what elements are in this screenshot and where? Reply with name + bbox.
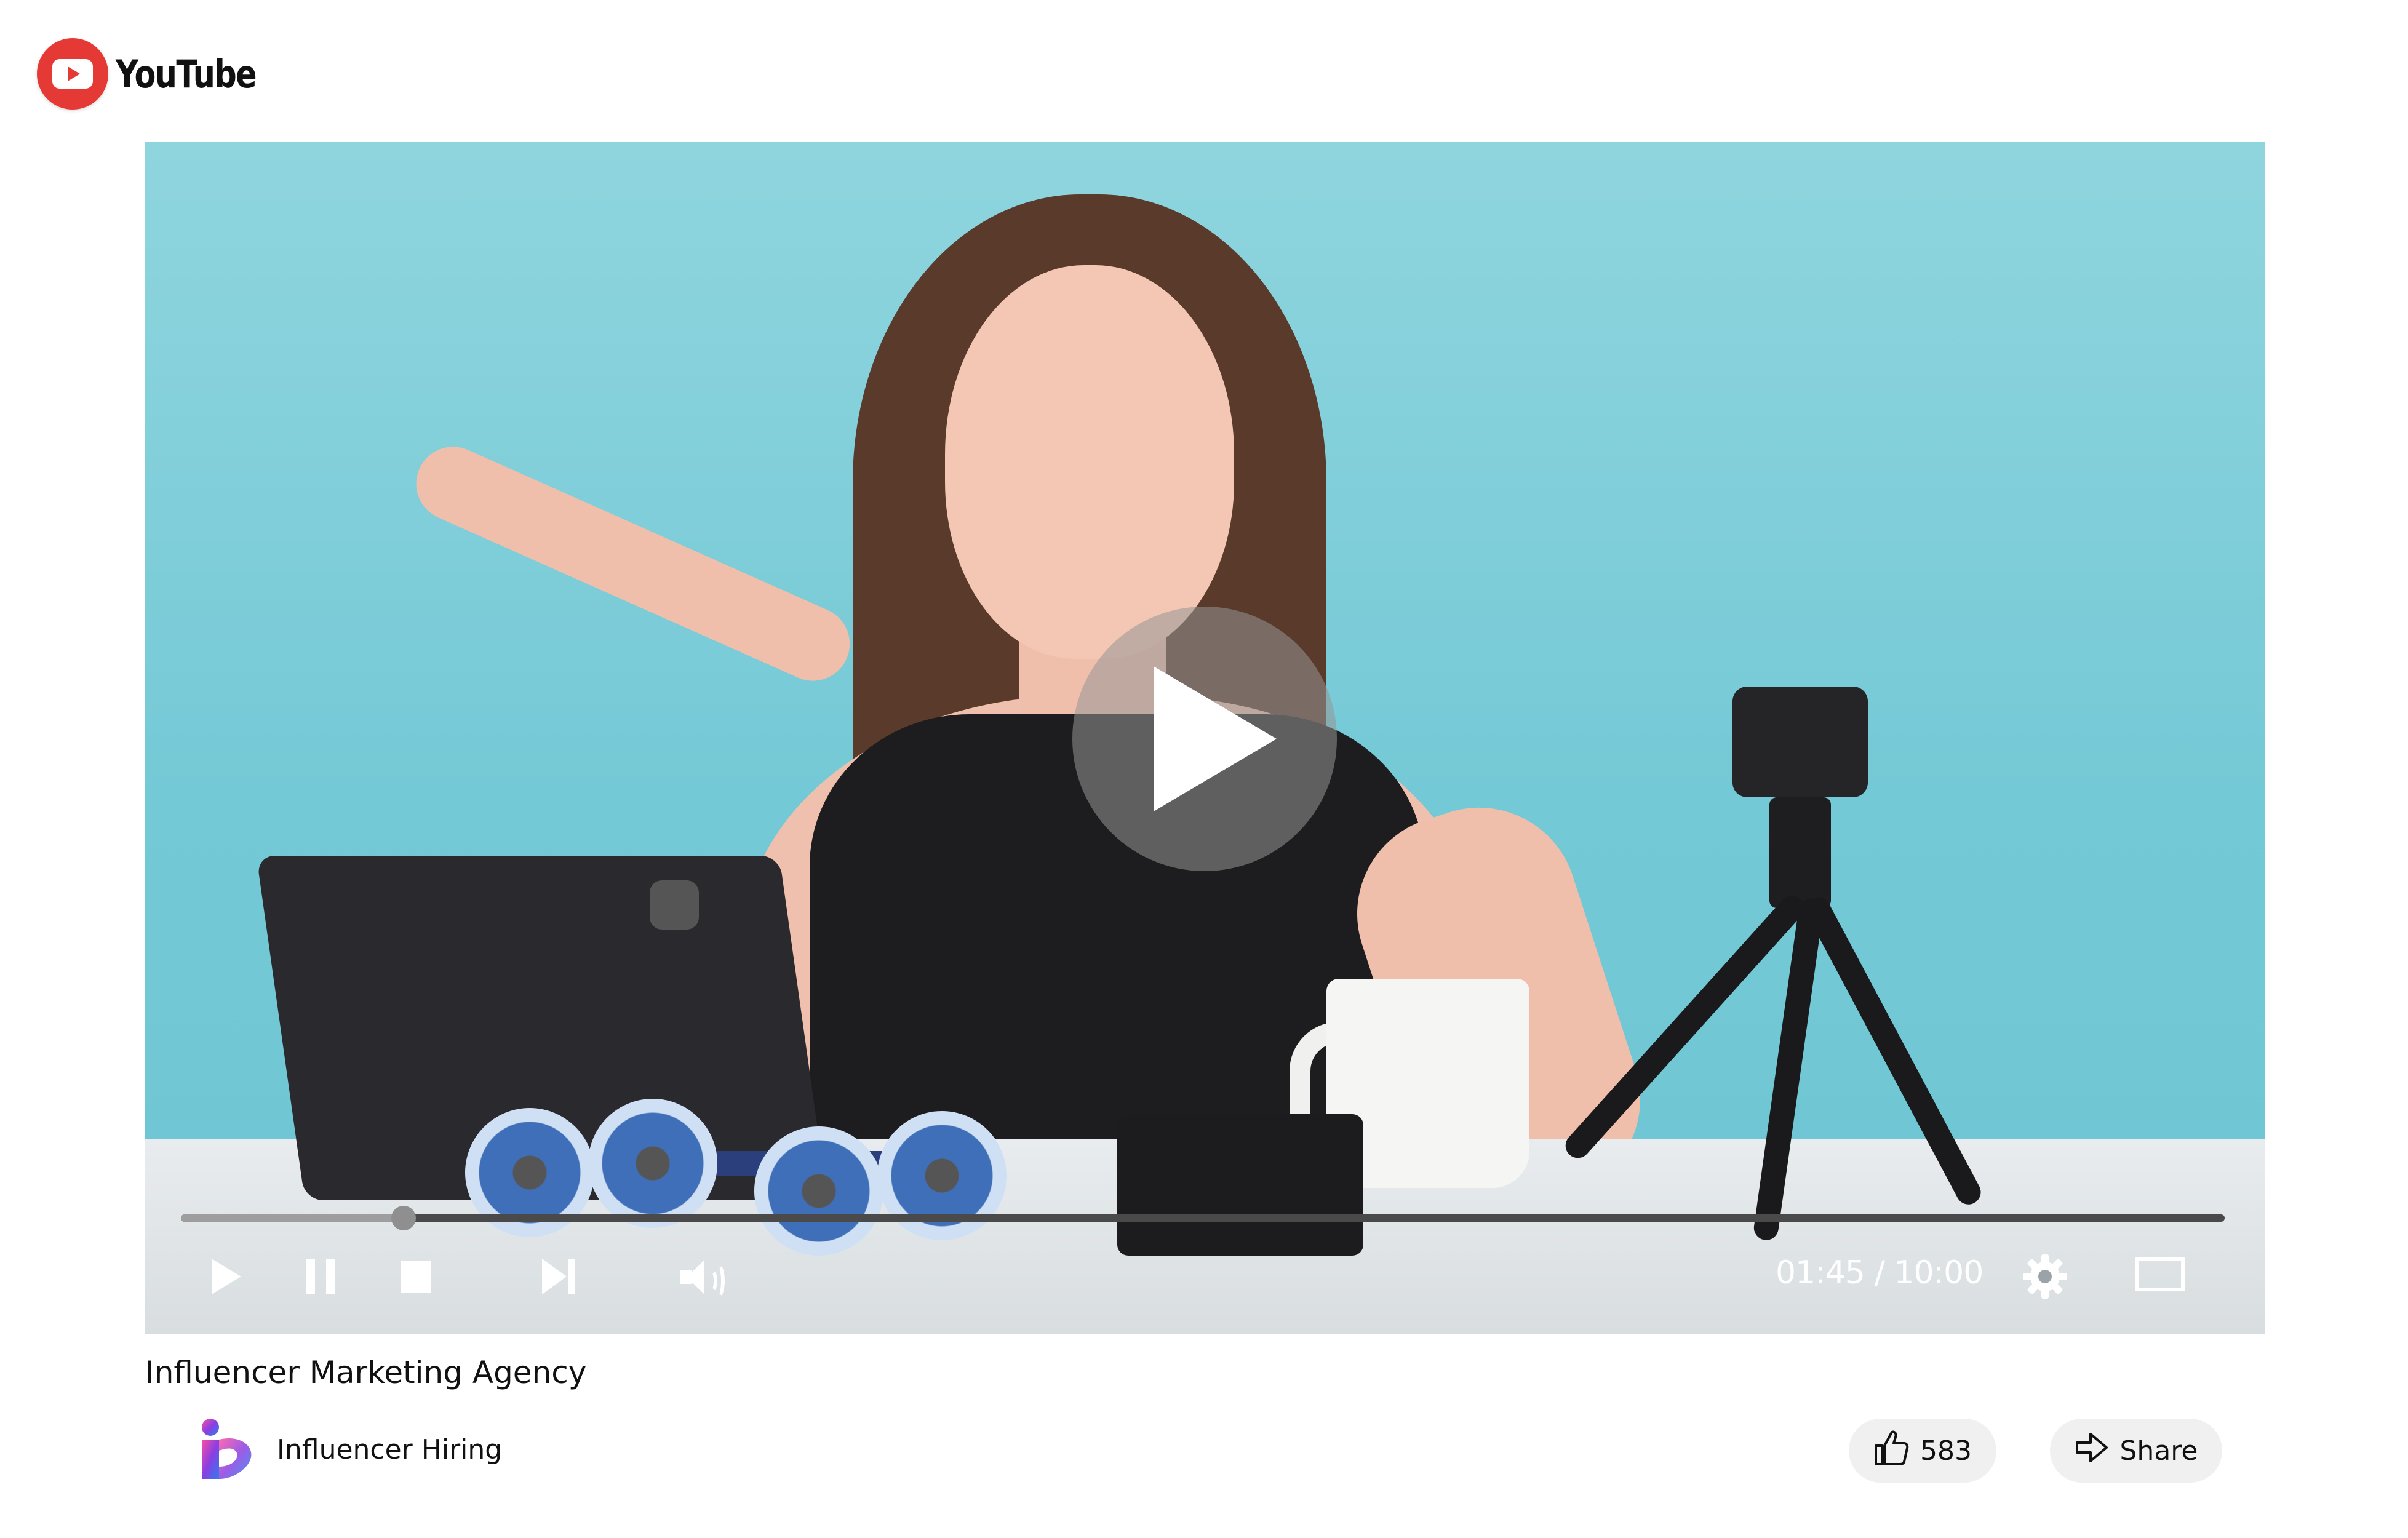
- share-arrow-icon: [2075, 1430, 2109, 1472]
- like-count: 583: [1920, 1435, 1972, 1467]
- progress-bar[interactable]: [181, 1206, 2225, 1230]
- share-label: Share: [2119, 1435, 2198, 1467]
- play-icon: [1154, 666, 1277, 811]
- youtube-logo[interactable]: YouTube: [37, 38, 287, 110]
- progress-fill: [181, 1214, 404, 1222]
- stop-icon[interactable]: [401, 1261, 431, 1293]
- channel-name[interactable]: Influencer Hiring: [277, 1434, 502, 1465]
- youtube-play-icon: [37, 38, 108, 110]
- thumbs-up-icon: [1873, 1428, 1909, 1473]
- fullscreen-icon[interactable]: [2135, 1257, 2185, 1291]
- share-button[interactable]: Share: [2050, 1419, 2222, 1483]
- like-button[interactable]: 583: [1849, 1419, 1996, 1483]
- volume-icon[interactable]: [680, 1261, 725, 1299]
- progress-handle[interactable]: [391, 1206, 417, 1230]
- video-title: Influencer Marketing Agency: [145, 1355, 587, 1390]
- channel-info[interactable]: Influencer Hiring: [196, 1415, 502, 1484]
- play-icon[interactable]: [212, 1259, 241, 1294]
- gear-icon[interactable]: [2022, 1253, 2068, 1300]
- influencer-hiring-logo: [196, 1415, 261, 1484]
- video-player[interactable]: 01:45 / 10:00: [145, 142, 2265, 1334]
- pause-icon[interactable]: [306, 1259, 335, 1294]
- time-display: 01:45 / 10:00: [1776, 1254, 1983, 1291]
- youtube-wordmark: YouTube: [116, 51, 257, 97]
- skip-next-icon[interactable]: [542, 1259, 575, 1294]
- center-play-button[interactable]: [1072, 607, 1337, 871]
